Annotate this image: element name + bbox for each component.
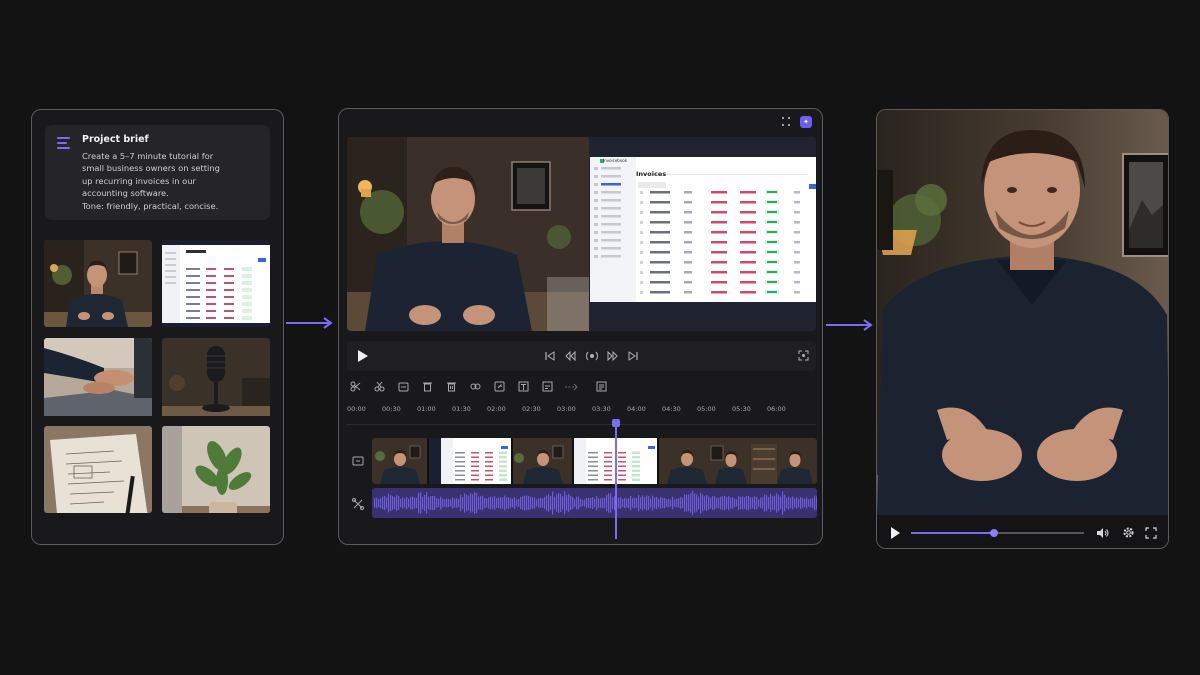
scissors-icon[interactable] [347,378,363,394]
notes-icon[interactable] [593,378,609,394]
audio-track-icon [352,498,364,510]
timeline-mark: 03:30 [592,405,611,413]
asset-microphone-thumb[interactable] [162,338,270,425]
play-icon[interactable] [890,527,901,539]
timeline-mark: 03:00 [557,405,576,413]
arrow-right-icon [826,319,873,331]
play-icon[interactable] [357,350,369,362]
brief-line: Tone: friendly, practical, concise. [82,200,219,211]
playhead-handle[interactable] [612,419,620,427]
timeline-mark: 00:00 [347,405,366,413]
caption-icon[interactable] [395,378,411,394]
player-controls [877,515,1168,548]
video-track-icon [352,456,364,466]
export-icon[interactable] [491,378,507,394]
timeline-mark: 05:00 [697,405,716,413]
brief-line: Create a 5–7 minute tutorial for [82,151,214,161]
playback-controls [347,341,816,371]
timeline-mark: 04:30 [662,405,681,413]
assets-panel: Project brief Create a 5–7 minute tutori… [31,109,284,545]
playhead[interactable] [615,421,617,539]
trash-icon[interactable] [419,378,435,394]
project-brief-card[interactable]: Project brief Create a 5–7 minute tutori… [45,125,270,220]
timeline-mark: 02:00 [487,405,506,413]
brief-title: Project brief [82,134,149,145]
arrow-right-icon [286,317,333,329]
progress-fill [911,532,995,534]
video-clip[interactable] [574,438,659,484]
volume-icon[interactable] [1096,527,1109,539]
cut-icon[interactable] [371,378,387,394]
settings-gear-icon[interactable] [1122,526,1135,539]
transition-icon[interactable] [563,378,579,394]
app-screen-title: Invoices [636,170,667,178]
trash-alt-icon[interactable] [443,378,459,394]
asset-typing-laptop-thumb[interactable] [44,338,152,425]
link-icon[interactable] [467,378,483,394]
timeline-mark: 02:30 [522,405,541,413]
asset-presenter-thumb[interactable] [44,240,152,327]
final-video-player [876,109,1169,549]
video-clip[interactable] [659,438,817,484]
screenshot-icon[interactable] [798,350,809,361]
video-clip[interactable] [372,438,429,484]
step-back-icon[interactable] [565,351,576,361]
sparkle-icon[interactable]: ✦ [800,116,812,128]
record-icon[interactable] [586,350,598,362]
timeline-mark: 04:00 [627,405,646,413]
ruler-divider [347,424,816,425]
fullscreen-icon[interactable] [1145,527,1157,539]
app-brand: Invoicebook [603,158,628,163]
timeline-ruler[interactable]: 00:00 00:30 01:00 01:30 02:00 02:30 03:00 03:30… [347,405,816,419]
step-forward-icon[interactable] [607,351,618,361]
audio-waveform-track[interactable] [372,488,817,518]
preview-canvas[interactable]: Invoicebook Invoices [347,137,816,331]
editing-toolbar [347,377,647,395]
skip-back-icon[interactable] [545,351,555,361]
video-track[interactable] [372,438,817,484]
timeline-mark: 01:30 [452,405,471,413]
video-editor-panel: ✦ Invoicebook Invoices 00:00 00:30 01:00… [338,108,823,545]
video-clip[interactable] [513,438,574,484]
brief-line: up recurring invoices in our [82,175,196,186]
asset-plant-thumb[interactable] [162,426,270,513]
brief-line: small business owners on setting [82,163,220,174]
timeline-mark: 00:30 [382,405,401,413]
brief-line: accounting software. [82,188,169,199]
subtitle-icon[interactable] [539,378,555,394]
text-icon[interactable] [515,378,531,394]
video-clip[interactable] [429,438,513,484]
progress-bar[interactable] [911,529,1084,537]
progress-handle[interactable] [990,529,999,537]
skip-forward-icon[interactable] [628,351,638,361]
grid-icon[interactable] [782,117,792,127]
player-video-frame[interactable] [877,110,1168,515]
timeline-mark: 05:30 [732,405,751,413]
menu-lines-icon [57,137,71,152]
timeline-mark: 06:00 [767,405,786,413]
timeline-mark: 01:00 [417,405,436,413]
asset-invoices-screen-thumb[interactable] [162,240,270,327]
brief-body: Create a 5–7 minute tutorial for small b… [82,150,262,212]
asset-notebook-thumb[interactable] [44,426,152,513]
